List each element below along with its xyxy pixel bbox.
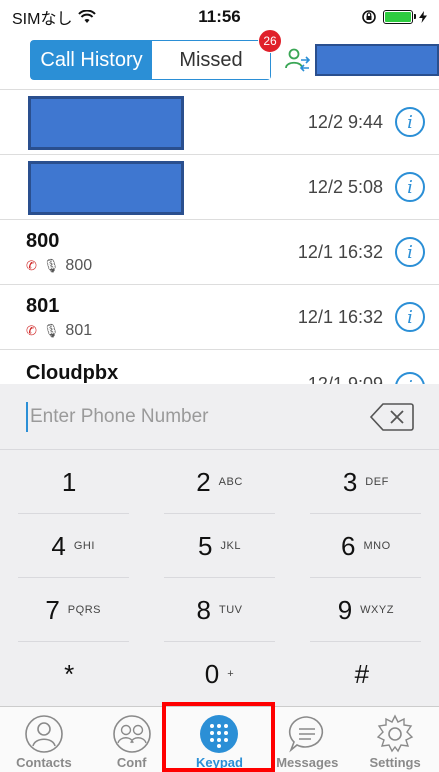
missed-call-icon: ✆	[26, 322, 37, 338]
tab-settings[interactable]: Settings	[351, 707, 439, 772]
call-time: 12/1 16:32	[297, 241, 383, 262]
info-icon[interactable]: i	[395, 237, 425, 267]
missed-call-icon: ✆	[26, 257, 37, 273]
info-icon[interactable]: i	[395, 172, 425, 202]
call-time: 12/1 9:09	[307, 374, 383, 384]
redacted-caller	[28, 161, 184, 215]
redacted-caller	[28, 96, 184, 150]
call-row[interactable]: 12/2 5:08 i	[0, 155, 439, 220]
account-status-icon	[285, 48, 311, 72]
missed-count-badge: 26	[258, 29, 282, 53]
tab-call-history[interactable]: Call History	[31, 41, 152, 79]
call-time: 12/1 16:32	[297, 306, 383, 327]
call-history-list: 12/2 9:44 i 12/2 5:08 i 800 ✆ 🎙 800 12/1…	[0, 89, 439, 384]
orientation-lock-icon	[362, 10, 376, 24]
key-8[interactable]: 8 TUV	[146, 578, 292, 642]
call-history-header: Call History Missed 26	[0, 29, 439, 84]
key-2[interactable]: 2 ABC	[146, 450, 292, 514]
call-time: 12/2 5:08	[307, 176, 383, 197]
keypad-icon	[200, 715, 239, 753]
phone-number-input[interactable]	[26, 401, 369, 432]
backspace-icon	[369, 402, 414, 431]
number-input-row	[0, 384, 439, 450]
key-3[interactable]: 3 DEF	[293, 450, 439, 514]
backspace-button[interactable]	[369, 402, 415, 432]
key-star[interactable]: *	[0, 642, 146, 706]
caller-name: 801	[26, 294, 60, 317]
caller-name: 800	[26, 229, 60, 252]
battery-icon	[383, 10, 416, 24]
key-4[interactable]: 4 GHI	[0, 514, 146, 578]
call-row[interactable]: 801 ✆ 🎙 801 12/1 16:32 i	[0, 285, 439, 350]
tab-messages[interactable]: Messages	[263, 707, 351, 772]
info-icon[interactable]: i	[395, 302, 425, 332]
key-hash[interactable]: #	[293, 642, 439, 706]
call-row[interactable]: 12/2 9:44 i	[0, 90, 439, 155]
info-icon[interactable]: i	[395, 107, 425, 137]
caller-number: 801	[65, 321, 93, 339]
tab-label: Keypad	[196, 755, 243, 770]
key-9[interactable]: 9 WXYZ	[293, 578, 439, 642]
messages-icon	[289, 716, 324, 753]
redacted-account-name	[315, 44, 439, 76]
tab-label: Settings	[369, 755, 421, 770]
call-time: 12/2 9:44	[307, 111, 383, 132]
call-row[interactable]: Cloudpbx 12/1 9:09 i	[0, 350, 439, 384]
contacts-icon	[25, 715, 63, 753]
history-segmented-control: Call History Missed 26	[30, 29, 282, 80]
wifi-icon	[78, 10, 97, 23]
key-0[interactable]: 0 +	[146, 642, 292, 706]
tab-contacts[interactable]: Contacts	[0, 707, 88, 772]
status-time: 11:56	[198, 7, 241, 26]
call-row[interactable]: 800 ✆ 🎙 800 12/1 16:32 i	[0, 220, 439, 285]
caller-number: 800	[65, 256, 93, 274]
caller-name: Cloudpbx	[26, 362, 119, 384]
microphone-icon: 🎙	[42, 322, 60, 338]
status-bar: SIMなし 11:56	[0, 0, 439, 34]
dial-keypad: 1 2ABC 3DEF 4GHI 5JKL 6MNO 7PQRS 8TUV 9W…	[0, 384, 439, 706]
tab-label: Contacts	[16, 755, 72, 770]
charging-icon	[419, 11, 427, 23]
key-7[interactable]: 7 PQRS	[0, 578, 146, 642]
key-6[interactable]: 6 MNO	[293, 514, 439, 578]
account-selector[interactable]	[283, 44, 439, 76]
conference-icon	[112, 715, 151, 753]
microphone-icon: 🎙	[42, 257, 60, 273]
tab-label: Conf	[116, 755, 147, 770]
key-grid: 1 2 ABC 3 DEF 4 GHI 5 JKL 6 MNO 7 PQRS 8 TUV 9W…	[0, 450, 439, 706]
tab-keypad[interactable]: Keypad	[176, 707, 264, 772]
bottom-tab-bar: Contacts Conf Keypad Messages Settings	[0, 706, 439, 772]
key-1[interactable]: 1	[0, 450, 146, 514]
tab-label: Messages	[276, 755, 339, 770]
info-icon[interactable]: i	[395, 372, 425, 384]
carrier-label: SIMなし	[12, 11, 73, 28]
tab-conf[interactable]: Conf	[88, 707, 176, 772]
key-5[interactable]: 5 JKL	[146, 514, 292, 578]
tab-missed[interactable]: Missed	[152, 41, 270, 79]
settings-icon	[376, 714, 414, 753]
